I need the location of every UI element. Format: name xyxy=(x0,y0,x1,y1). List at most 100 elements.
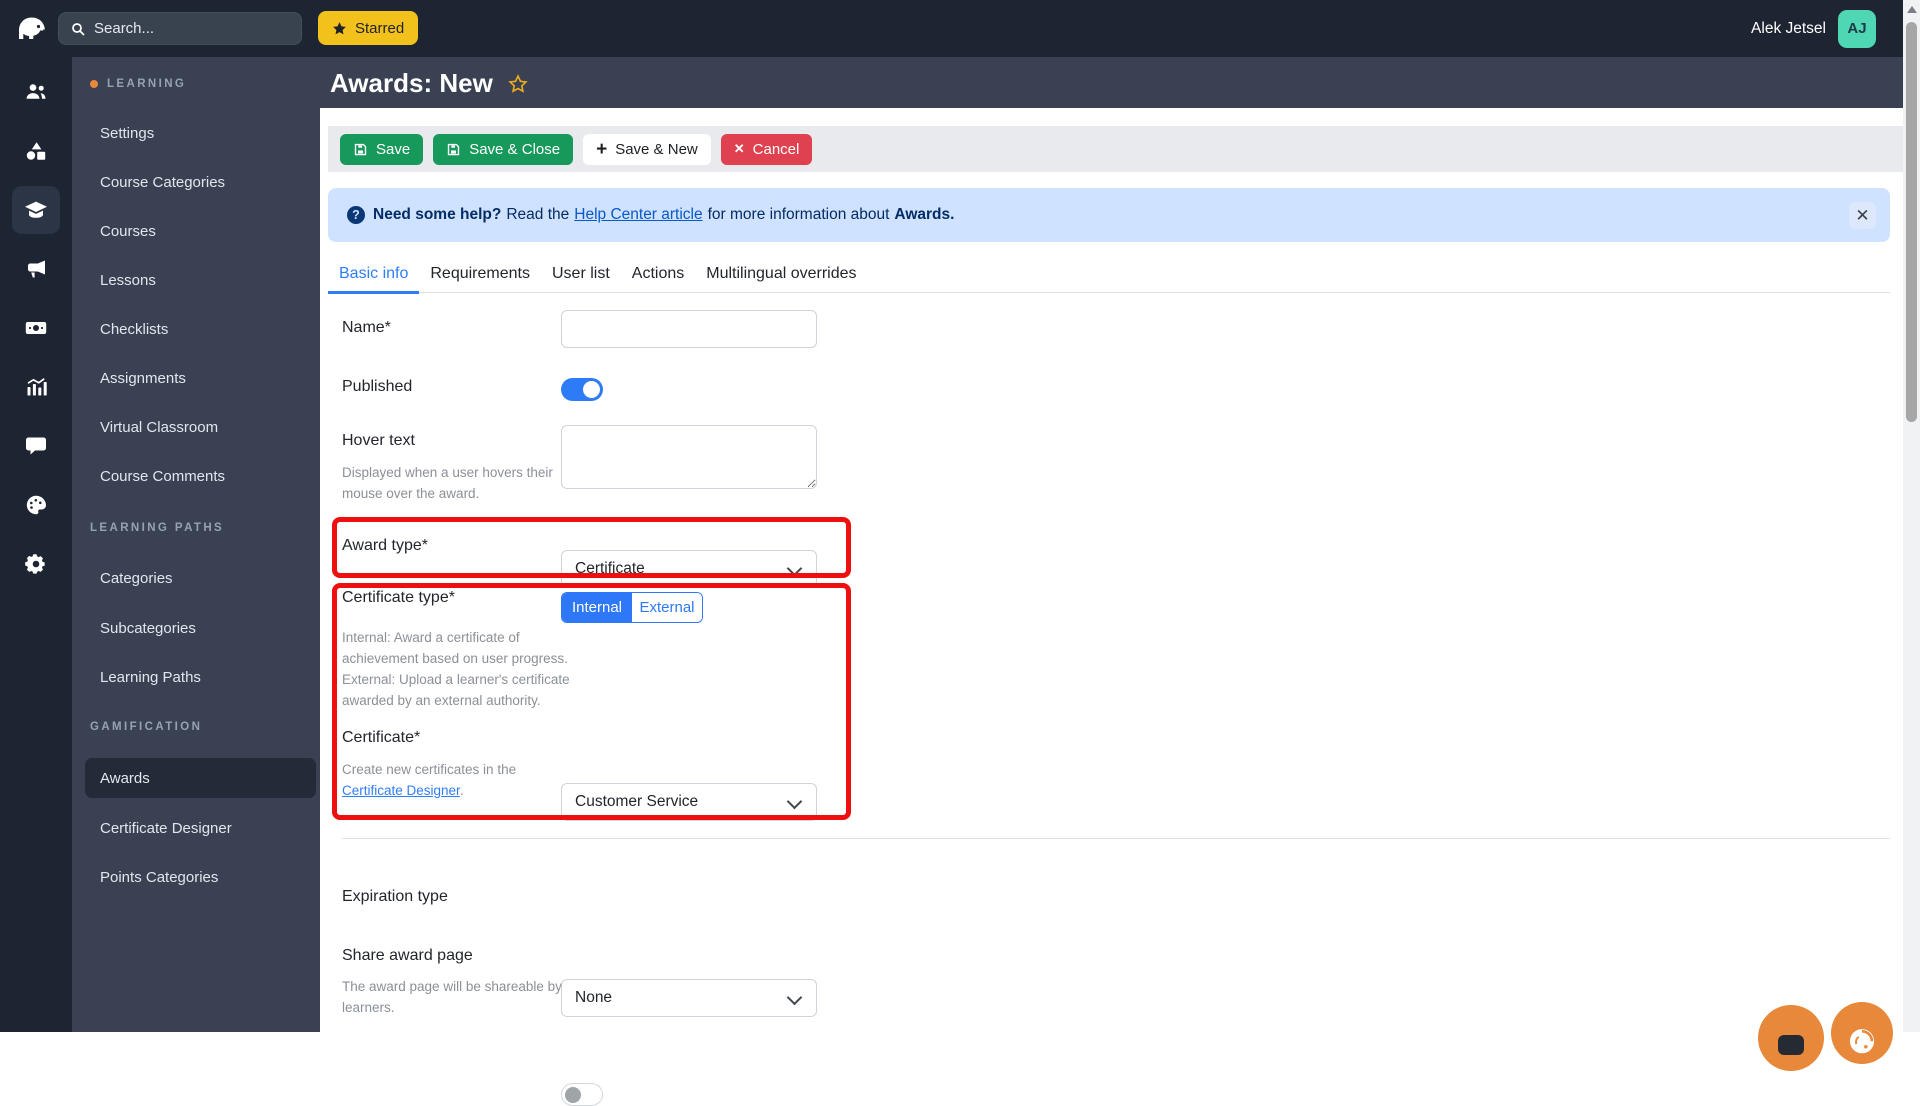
expiration-type-select[interactable]: None xyxy=(561,979,817,1017)
brand-swirl-icon xyxy=(1840,1017,1884,1061)
section-divider xyxy=(342,838,1890,839)
starred-label: Starred xyxy=(355,20,404,37)
sidebar-item-subcategories[interactable]: Subcategories xyxy=(85,608,316,648)
save-icon xyxy=(446,142,461,157)
certificate-label: Certificate* xyxy=(342,729,420,747)
star-icon xyxy=(332,21,347,36)
chat-icon[interactable] xyxy=(24,434,48,458)
published-toggle[interactable] xyxy=(561,378,603,401)
sidebar-item-awards[interactable]: Awards xyxy=(85,758,316,798)
sidebar-item-course-categories[interactable]: Course Categories xyxy=(85,162,316,202)
tab-multilingual-overrides[interactable]: Multilingual overrides xyxy=(695,256,867,292)
close-icon: ✕ xyxy=(1855,207,1869,224)
sidebar-item-courses[interactable]: Courses xyxy=(85,211,316,251)
scroll-up-arrow-icon[interactable] xyxy=(1907,6,1917,13)
banner-text: for more information about xyxy=(708,206,890,224)
cancel-button[interactable]: ✕ Cancel xyxy=(721,134,813,165)
help-center-link[interactable]: Help Center article xyxy=(574,206,702,224)
hover-text-textarea[interactable] xyxy=(561,425,817,489)
share-award-page-toggle[interactable] xyxy=(561,1083,603,1106)
award-type-value: Certificate xyxy=(575,560,645,578)
expiration-type-value: None xyxy=(575,989,612,1007)
share-award-page-label: Share award page xyxy=(342,947,473,965)
search-icon xyxy=(70,21,86,37)
toggle-knob xyxy=(565,1087,581,1103)
palette-icon[interactable] xyxy=(24,493,48,517)
sidebar-section-gamification: GAMIFICATION xyxy=(90,717,202,737)
toggle-knob xyxy=(583,381,600,398)
tab-actions[interactable]: Actions xyxy=(621,256,695,292)
user-name: Alek Jetsel xyxy=(1751,20,1826,38)
graduation-cap-icon[interactable] xyxy=(24,198,48,222)
sidebar-item-settings[interactable]: Settings xyxy=(85,113,316,153)
banknote-icon[interactable] xyxy=(24,316,48,340)
save-button[interactable]: Save xyxy=(340,134,423,165)
sidebar-item-lessons[interactable]: Lessons xyxy=(85,260,316,300)
support-chat-fab[interactable] xyxy=(1758,1005,1824,1071)
sidebar-section-learning: LEARNING xyxy=(90,74,186,94)
sidebar-item-points-categories[interactable]: Points Categories xyxy=(85,857,316,897)
tab-basic-info[interactable]: Basic info xyxy=(328,256,419,292)
page-header-band: Awards: New xyxy=(320,57,1903,108)
tab-bar: Basic info Requirements User list Action… xyxy=(328,256,1890,293)
certificate-designer-link[interactable]: Certificate Designer xyxy=(342,783,460,798)
name-input[interactable] xyxy=(561,310,817,348)
hover-text-label: Hover text xyxy=(342,432,415,450)
share-award-page-help: The award page will be shareable by lear… xyxy=(342,976,578,1018)
question-circle-icon: ? xyxy=(347,206,365,224)
save-and-new-button[interactable]: + Save & New xyxy=(583,134,711,165)
avatar[interactable]: AJ xyxy=(1838,10,1876,48)
sidebar-item-course-comments[interactable]: Course Comments xyxy=(85,456,316,496)
save-and-close-button[interactable]: Save & Close xyxy=(433,134,573,165)
certificate-type-help: Internal: Award a certificate of achieve… xyxy=(342,627,578,711)
sidebar-item-checklists[interactable]: Checklists xyxy=(85,309,316,349)
tab-requirements[interactable]: Requirements xyxy=(419,256,541,292)
brand-elephant-logo[interactable] xyxy=(13,9,51,47)
sidebar: LEARNING Settings Course Categories Cour… xyxy=(72,57,320,1032)
award-type-label: Award type* xyxy=(342,537,428,555)
tab-user-list[interactable]: User list xyxy=(541,256,621,292)
sidebar-section-learning-paths: LEARNING PATHS xyxy=(90,518,224,538)
plus-icon: + xyxy=(596,140,607,159)
certificate-select[interactable]: Customer Service xyxy=(561,783,817,821)
banner-subject: Awards. xyxy=(894,206,954,224)
shapes-icon[interactable] xyxy=(24,139,48,163)
chat-bubble-icon xyxy=(1778,1035,1804,1055)
icon-rail xyxy=(0,57,72,1032)
megaphone-icon[interactable] xyxy=(24,257,48,281)
scrollbar-thumb[interactable] xyxy=(1906,22,1917,422)
sidebar-item-virtual-classroom[interactable]: Virtual Classroom xyxy=(85,407,316,447)
x-icon: ✕ xyxy=(734,141,745,157)
favorite-star-icon[interactable] xyxy=(508,74,528,94)
analytics-icon[interactable] xyxy=(24,375,48,399)
certificate-type-label: Certificate type* xyxy=(342,589,455,607)
users-icon[interactable] xyxy=(24,80,48,104)
certificate-type-internal-button[interactable]: Internal xyxy=(562,593,632,622)
page-scrollbar[interactable] xyxy=(1903,0,1920,1032)
expiration-type-label: Expiration type xyxy=(342,888,448,906)
banner-lead: Need some help? xyxy=(373,206,501,224)
certificate-value: Customer Service xyxy=(575,793,698,811)
search-input[interactable] xyxy=(94,20,274,37)
certificate-type-segmented: Internal External xyxy=(561,592,703,623)
page-title: Awards: New xyxy=(330,68,528,99)
save-icon xyxy=(353,142,368,157)
sidebar-item-categories[interactable]: Categories xyxy=(85,558,316,598)
brand-assistant-fab[interactable] xyxy=(1831,1002,1893,1064)
sidebar-item-learning-paths[interactable]: Learning Paths xyxy=(85,657,316,697)
help-banner: ? Need some help? Read the Help Center a… xyxy=(328,188,1890,242)
hover-text-help: Displayed when a user hovers their mouse… xyxy=(342,462,578,504)
sidebar-item-assignments[interactable]: Assignments xyxy=(85,358,316,398)
name-label: Name* xyxy=(342,319,391,337)
award-type-select[interactable]: Certificate xyxy=(561,550,817,588)
active-module-dot xyxy=(90,80,98,88)
certificate-type-external-button[interactable]: External xyxy=(632,593,702,622)
starred-button[interactable]: Starred xyxy=(318,11,418,45)
banner-text: Read the xyxy=(506,206,569,224)
gear-icon[interactable] xyxy=(24,552,48,576)
published-label: Published xyxy=(342,378,412,396)
banner-close-button[interactable]: ✕ xyxy=(1849,202,1876,229)
topbar: Starred Alek Jetsel AJ xyxy=(0,0,1903,57)
certificate-help: Create new certificates in the Certifica… xyxy=(342,759,578,801)
sidebar-item-certificate-designer[interactable]: Certificate Designer xyxy=(85,808,316,848)
